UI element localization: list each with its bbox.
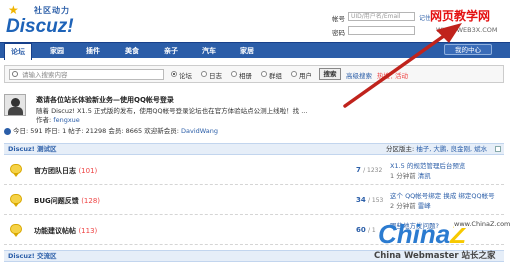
radio-group[interactable] — [261, 71, 267, 77]
forum-today-count: (113) — [78, 227, 98, 235]
stats-newest-label: 欢迎新会员: — [144, 127, 179, 135]
nav-item-cars[interactable]: 汽车 — [194, 43, 224, 59]
forum-today-count: (128) — [81, 197, 101, 205]
forum-bubble-icon — [10, 164, 22, 177]
nav-item-parenting[interactable]: 亲子 — [156, 43, 186, 59]
password-label: 密码 — [332, 29, 345, 37]
logo-subtitle: 社区动力 — [34, 6, 70, 15]
section-title[interactable]: Discuz! 交流区 — [8, 251, 56, 262]
announcement-author: 作者: fengxue — [36, 114, 80, 124]
forum-stats: 今日: 591 昨日: 1 帖子: 21298 会员: 8665 欢迎新会员: … — [4, 125, 218, 135]
search-button[interactable]: 搜索 — [319, 68, 341, 80]
search-input[interactable]: 请输入搜索内容 — [9, 69, 164, 80]
account-input[interactable]: UID/用户名/Email — [348, 12, 415, 21]
chinaz-watermark: ChinaZ www.ChinaZ.com China Webmaster 站长… — [368, 216, 510, 264]
forum-name-text: 官方团队日志 — [34, 167, 76, 175]
stats-members: 8665 — [125, 127, 143, 135]
forum-counts: 7 / 1232 — [356, 166, 382, 174]
stats-yesterday-label: 昨日: — [44, 127, 60, 135]
nav-item-plugins[interactable]: 插件 — [78, 43, 108, 59]
author-link[interactable]: fengxue — [53, 116, 80, 124]
forum-threads: 60 — [356, 226, 366, 234]
logo-star-icon: ★ — [8, 3, 19, 17]
advanced-search-link[interactable]: 高级搜索 — [346, 70, 372, 80]
forum-bubble-icon — [10, 224, 22, 237]
radio-blog[interactable] — [201, 71, 207, 77]
forum-last-post[interactable]: 这个 QQ帐号绑定 换成 绑定QQ帐号 — [390, 190, 495, 200]
last-user[interactable]: 雷峰 — [418, 202, 431, 210]
forum-last-post[interactable]: X1.5 的规范管理后台预览 — [390, 160, 465, 170]
moderators-label: 分区版主: — [386, 145, 415, 153]
forum-row: 官方团队日志 (101) 7 / 1232 X1.5 的规范管理后台预览 1 分… — [4, 157, 504, 185]
chinaz-logo: ChinaZ — [378, 219, 466, 250]
forum-last-meta: 1 分钟前 清凯 — [390, 170, 431, 180]
main-nav: 论坛 家园 插件 美食 亲子 汽车 家居 — [0, 42, 510, 60]
forum-last-meta: 2 分钟前 雷峰 — [390, 200, 431, 210]
forum-name-text: BUG问题反馈 — [34, 197, 79, 205]
nav-item-forum[interactable]: 论坛 — [4, 43, 32, 60]
radio-album-label: 相册 — [239, 72, 252, 80]
section-moderators: 分区版主: 柚子, 大鹏, 良金刚, 斌水 — [386, 144, 487, 155]
radio-forum[interactable] — [171, 71, 177, 77]
section-header: Discuz! 测试区 分区版主: 柚子, 大鹏, 良金刚, 斌水 — [4, 143, 504, 155]
hot-search-label: 热搜： — [377, 72, 397, 80]
search-placeholder: 请输入搜索内容 — [22, 71, 68, 79]
stats-today: 591 — [30, 127, 43, 135]
avatar[interactable] — [4, 94, 26, 116]
account-label: 帐号 — [332, 15, 345, 23]
watermark-title: 网页教学网 — [430, 9, 491, 23]
search-icon — [12, 71, 18, 77]
nav-item-food[interactable]: 美食 — [117, 43, 147, 59]
chinaz-tagline: China Webmaster 站长之家 — [374, 251, 496, 261]
forum-threads: 34 — [356, 196, 366, 204]
last-time: 2 分钟前 — [390, 202, 416, 210]
radio-blog-label: 日志 — [209, 72, 222, 80]
forum-posts: / 153 — [367, 197, 384, 204]
last-time: 1 分钟前 — [390, 172, 416, 180]
nav-item-home-decor[interactable]: 家居 — [232, 43, 262, 59]
forum-name[interactable]: 功能建议帖帖 (113) — [34, 226, 97, 236]
forum-name[interactable]: BUG问题反馈 (128) — [34, 196, 100, 206]
radio-forum-label: 论坛 — [179, 72, 192, 80]
search-bar: 请输入搜索内容 论坛 日志 相册 群组 用户 搜索 高级搜索 热搜： 活动 — [4, 65, 504, 83]
header: ★ 社区动力 Discuz! 帐号 UID/用户名/Email 密码 记住 网页… — [0, 0, 510, 42]
forum-bubble-icon — [10, 194, 22, 207]
chinaz-url: www.ChinaZ.com — [454, 220, 510, 228]
collapse-icon[interactable] — [495, 146, 501, 152]
nav-item-home[interactable]: 家园 — [42, 43, 72, 59]
forum-threads: 7 — [356, 166, 361, 174]
newest-member-link[interactable]: DavidWang — [181, 127, 218, 135]
forum-today-count: (101) — [78, 167, 98, 175]
radio-album[interactable] — [231, 71, 237, 77]
stats-today-label: 今日: — [13, 127, 29, 135]
radio-user[interactable] — [291, 71, 297, 77]
radio-group-label: 群组 — [269, 72, 282, 80]
password-input[interactable] — [348, 26, 415, 35]
announcement-title[interactable]: 邀请各位站长体验新业务—使用QQ帐号登录 — [36, 95, 174, 105]
radio-user-label: 用户 — [299, 72, 312, 80]
hot-search-word[interactable]: 活动 — [395, 70, 408, 80]
web3x-watermark: 网页教学网 WWW.WEB3X.COM — [430, 9, 510, 34]
stats-posts-label: 帖子: — [68, 127, 84, 135]
forum-posts: / 1232 — [363, 167, 383, 174]
last-user[interactable]: 清凯 — [418, 172, 431, 180]
forum-row: BUG问题反馈 (128) 34 / 153 这个 QQ帐号绑定 换成 绑定QQ… — [4, 187, 504, 215]
stats-pie-icon — [4, 127, 11, 135]
forum-counts: 34 / 153 — [356, 196, 383, 204]
stats-yesterday: 1 — [62, 127, 67, 135]
watermark-url: WWW.WEB3X.COM — [436, 26, 498, 34]
stats-posts: 21298 — [85, 127, 107, 135]
my-center-button[interactable]: 我的中心 — [444, 44, 492, 55]
forum-name-text: 功能建议帖帖 — [34, 227, 76, 235]
brand-a: China — [378, 219, 451, 249]
moderators-links[interactable]: 柚子, 大鹏, 良金刚, 斌水 — [416, 145, 487, 153]
logo-title: Discuz! — [6, 16, 74, 37]
forum-name[interactable]: 官方团队日志 (101) — [34, 166, 97, 176]
stats-members-label: 会员: — [108, 127, 124, 135]
section-title[interactable]: Discuz! 测试区 — [8, 144, 56, 155]
discuz-logo[interactable]: ★ 社区动力 Discuz! — [4, 3, 94, 39]
author-label: 作者: — [36, 116, 52, 124]
